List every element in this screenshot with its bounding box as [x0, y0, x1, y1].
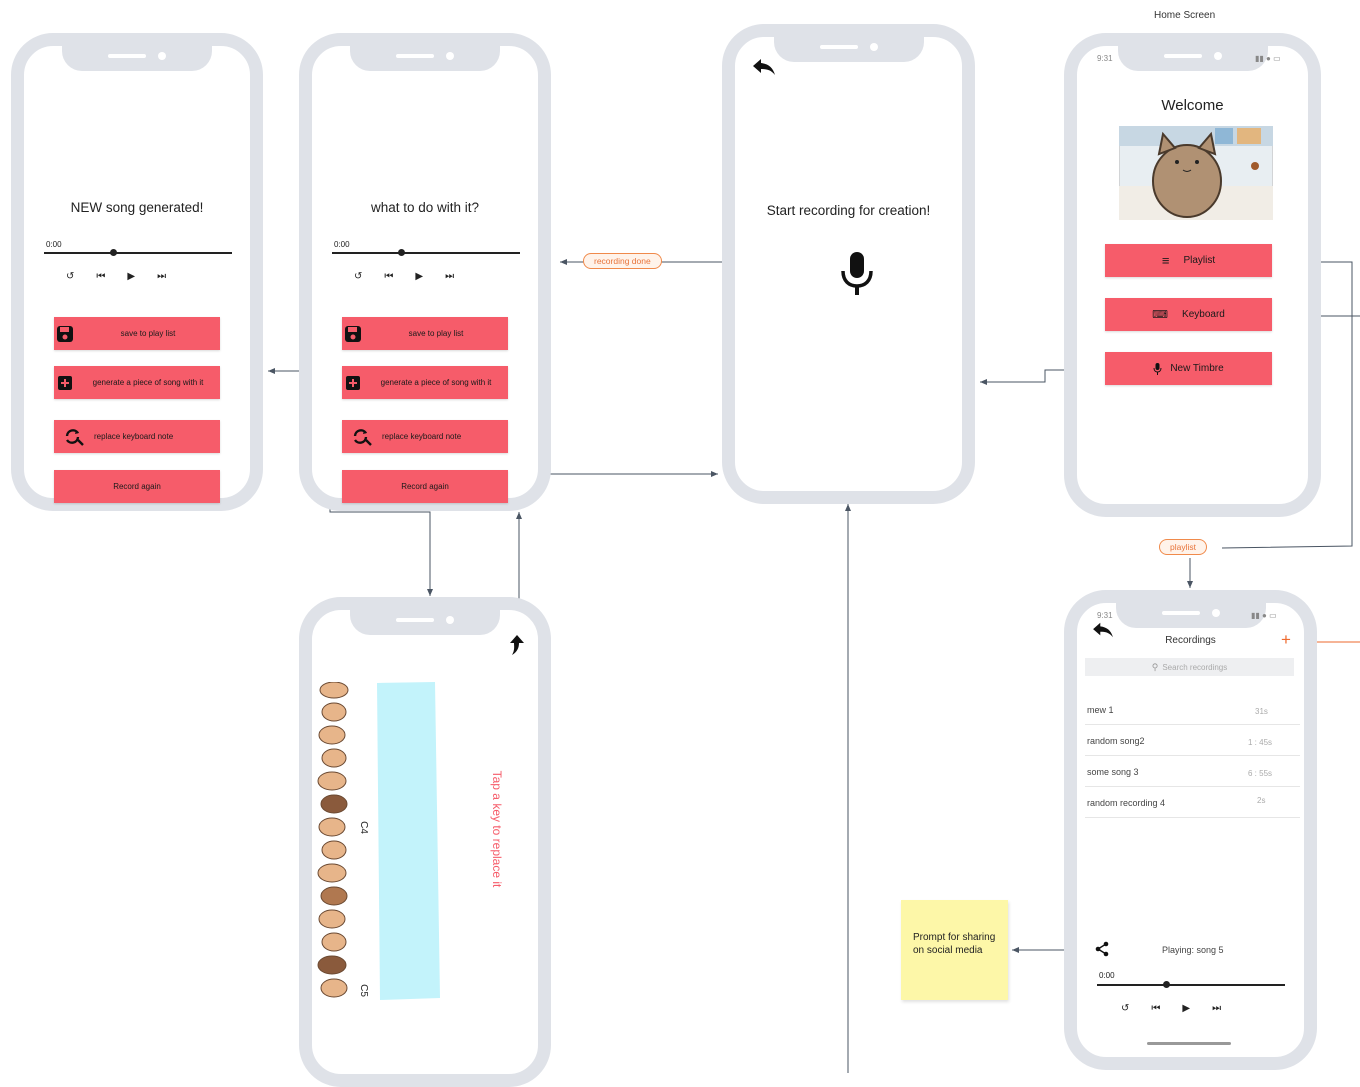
phone-recording: Start recording for creation!	[722, 24, 975, 504]
cat-key-column[interactable]	[316, 682, 368, 1002]
keyboard-icon: ⌨	[1152, 309, 1169, 321]
microphone-icon[interactable]	[839, 251, 875, 297]
search-icon: ⚲	[1151, 661, 1159, 672]
recording-name: random recording 4	[1087, 798, 1166, 808]
floppy-disk-icon	[57, 325, 73, 342]
up-arrow-icon[interactable]	[508, 634, 526, 656]
recording-name: mew 1	[1087, 705, 1114, 715]
recording-duration: 1 : 45s	[1248, 738, 1273, 747]
phone-new-song: NEW song generated! 0:00 ↺ ⏮ ▶ ⏭ save to…	[11, 33, 263, 511]
previous-icon[interactable]: ⏮	[384, 271, 393, 282]
previous-icon[interactable]: ⏮	[1151, 1003, 1160, 1014]
microphone-icon	[1153, 362, 1162, 375]
button-label: Playlist	[1183, 255, 1216, 266]
home-indicator	[1147, 1042, 1231, 1045]
song-time: 0:00	[46, 240, 62, 249]
phone-keyboard: C4 C5 Tap a key to replace it	[299, 597, 551, 1087]
song-progress-track[interactable]	[44, 252, 232, 254]
tag-playlist: playlist	[1159, 539, 1207, 555]
button-label: generate a piece of song with it	[92, 378, 204, 387]
replay-icon[interactable]: ↺	[66, 271, 74, 282]
plus-box-icon	[58, 375, 72, 390]
button-label: Record again	[401, 482, 449, 491]
button-label: save to play list	[120, 329, 176, 338]
replay-icon[interactable]: ↺	[354, 271, 362, 282]
what-progress-knob[interactable]	[398, 249, 405, 256]
refresh-search-icon	[353, 428, 372, 446]
next-icon[interactable]: ⏭	[1212, 1003, 1221, 1014]
sticky-note: Prompt for sharing on social media	[901, 900, 1008, 1000]
replace-keyboard-note-button[interactable]: replace keyboard note	[342, 420, 508, 453]
recording-name: some song 3	[1087, 767, 1139, 777]
new-timbre-button[interactable]: New Timbre	[1105, 352, 1272, 385]
recording-name: random song2	[1087, 736, 1145, 746]
play-icon[interactable]: ▶	[127, 271, 135, 282]
sticky-note-text: Prompt for sharing on social media	[913, 932, 996, 956]
next-icon[interactable]: ⏭	[445, 271, 454, 282]
refresh-search-icon	[65, 428, 84, 446]
record-again-button[interactable]: Record again	[342, 470, 508, 503]
tag-recording-done: recording done	[583, 253, 662, 269]
replace-keyboard-note-button[interactable]: replace keyboard note	[54, 420, 220, 453]
note-label-c5: C5	[357, 984, 369, 997]
welcome-title: Welcome	[1161, 97, 1224, 114]
status-icons: ▮▮ ● ▭	[1251, 611, 1277, 620]
button-label: replace keyboard note	[382, 432, 462, 441]
button-label: replace keyboard note	[94, 432, 174, 441]
player-progress-track[interactable]	[1097, 984, 1285, 986]
save-to-playlist-button[interactable]: save to play list	[342, 317, 508, 350]
generate-song-button[interactable]: generate a piece of song with it	[54, 366, 220, 399]
button-label: Keyboard	[1182, 309, 1225, 320]
recording-duration: 2s	[1257, 796, 1266, 805]
save-to-playlist-button[interactable]: save to play list	[54, 317, 220, 350]
replay-icon[interactable]: ↺	[1121, 1003, 1129, 1014]
share-icon[interactable]	[1095, 941, 1109, 957]
add-recording-button[interactable]: +	[1281, 630, 1291, 650]
keyboard-button[interactable]: ⌨ Keyboard	[1105, 298, 1272, 331]
note-label-c4: C4	[357, 821, 369, 834]
song-title: NEW song generated!	[70, 200, 204, 215]
phone-home: 9:31 ▮▮ ● ▭ Welcome ≡ Playlist ⌨ Keyboar…	[1064, 33, 1321, 517]
what-time: 0:00	[334, 240, 350, 249]
status-time: 9:31	[1097, 54, 1113, 63]
button-label: save to play list	[408, 329, 464, 338]
player-progress-knob[interactable]	[1163, 981, 1170, 988]
playlist-button[interactable]: ≡ Playlist	[1105, 244, 1272, 277]
button-label: generate a piece of song with it	[380, 378, 492, 387]
floppy-disk-icon	[345, 325, 361, 342]
play-icon[interactable]: ▶	[1182, 1003, 1190, 1014]
back-arrow-icon[interactable]	[751, 57, 777, 77]
now-playing: Playing: song 5	[1162, 945, 1224, 955]
next-icon[interactable]: ⏭	[157, 271, 166, 282]
home-screen-label: Home Screen	[1154, 10, 1216, 21]
button-label: Record again	[113, 482, 161, 491]
tap-key-prompt: Tap a key to replace it	[490, 770, 504, 888]
play-icon[interactable]: ▶	[415, 271, 423, 282]
record-again-button[interactable]: Record again	[54, 470, 220, 503]
what-title: what to do with it?	[370, 200, 480, 215]
status-icons: ▮▮ ● ▭	[1255, 54, 1281, 63]
status-time: 9:31	[1097, 611, 1113, 620]
playlist-icon: ≡	[1161, 253, 1170, 268]
player-time: 0:00	[1099, 971, 1115, 980]
phone-what-to-do: what to do with it? 0:00 ↺ ⏮ ▶ ⏭ save to…	[299, 33, 551, 511]
what-progress-track[interactable]	[332, 252, 520, 254]
plus-box-icon	[346, 375, 360, 390]
recording-duration: 31s	[1255, 707, 1268, 716]
recording-duration: 6 : 55s	[1248, 769, 1273, 778]
search-placeholder: Search recordings	[1162, 662, 1228, 672]
button-label: New Timbre	[1170, 363, 1224, 374]
song-progress-knob[interactable]	[110, 249, 117, 256]
piano-key[interactable]	[376, 682, 444, 1002]
record-title: Start recording for creation!	[766, 203, 931, 218]
cat-illustration	[1119, 126, 1273, 220]
recordings-title: Recordings	[1165, 635, 1216, 646]
phone-recordings: 9:31 ▮▮ ● ▭ Recordings + ⚲ Search record…	[1064, 590, 1317, 1070]
generate-song-button[interactable]: generate a piece of song with it	[342, 366, 508, 399]
previous-icon[interactable]: ⏮	[96, 271, 105, 282]
search-bar[interactable]: ⚲ Search recordings	[1085, 658, 1294, 676]
